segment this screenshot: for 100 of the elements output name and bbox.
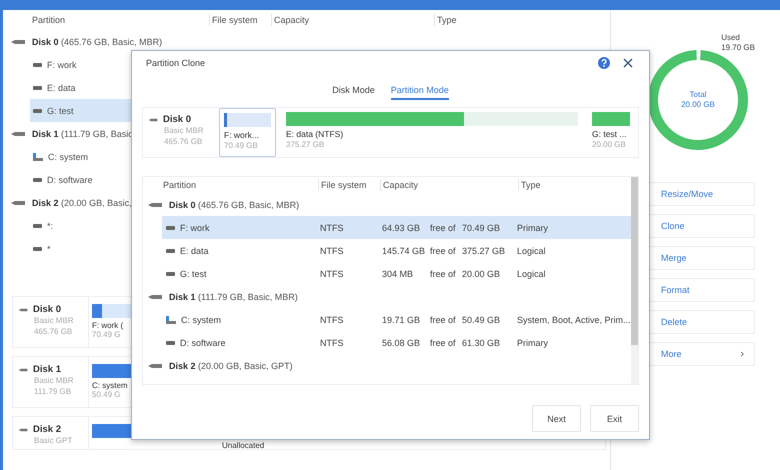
partition-name: G: test — [47, 106, 74, 116]
scrollbar[interactable] — [631, 177, 638, 384]
partition-size: 20.00 GB — [592, 139, 627, 150]
disk-size: 465.76 GB — [33, 326, 74, 337]
action-button[interactable]: Merge — [648, 246, 755, 270]
action-button[interactable]: Delete — [648, 310, 755, 334]
table-cell-text: 19.71 GB — [382, 314, 422, 324]
disk-drive-icon — [18, 426, 28, 432]
disk-label: Disk 0 (465.76 GB, Basic, MBR) — [32, 36, 162, 46]
partition-name: D: software — [180, 338, 226, 348]
table-cell: System, Boot, Active, Prim... — [517, 314, 632, 324]
drive-icon — [33, 224, 42, 228]
partition-label: G: test ... — [592, 129, 628, 139]
partition-row[interactable]: *: — [30, 214, 134, 237]
partition-row[interactable]: F: work NTFS 64.93 GB free of 70.49 GB Primary — [162, 216, 632, 239]
table-cell-text: free of — [430, 314, 457, 324]
partition-label: F: work... — [224, 130, 260, 140]
partition-size: 375.27 GB — [286, 139, 326, 150]
disk-name: Disk 2 — [33, 424, 61, 435]
disk-drive-icon — [147, 362, 163, 368]
column-header[interactable]: Type — [519, 179, 541, 191]
disk-type: Basic MBR — [33, 375, 75, 386]
disk-drive-icon — [147, 202, 163, 208]
column-header[interactable]: Capacity — [272, 14, 435, 26]
partition-row[interactable]: D: software — [30, 168, 134, 191]
disk-label: Disk 2 (20.00 GB, Basic, — [32, 198, 132, 208]
partition-block[interactable]: F: work... 70.49 GB — [219, 108, 276, 157]
mode-tab[interactable]: Partition Mode — [390, 82, 449, 100]
disk-name: Disk 0 — [33, 304, 61, 315]
disk-label: Disk 1 (111.79 GB, Basic, MBR) — [169, 292, 298, 302]
column-header[interactable]: File system — [319, 179, 381, 191]
partition-name: C: system — [48, 152, 88, 162]
table-cell-text: NTFS — [320, 246, 344, 256]
column-header[interactable]: Capacity — [381, 179, 519, 191]
segment-size: 70.49 G — [92, 330, 122, 339]
partition-name: * — [47, 244, 51, 254]
partition-name: E: data — [47, 82, 76, 92]
partition-row[interactable]: * — [30, 237, 134, 260]
partition-row[interactable]: E: data — [30, 76, 134, 99]
drive-icon — [166, 248, 175, 252]
partition-row[interactable]: D: software NTFS 56.08 GB free of 61.30 GB Primary — [162, 331, 632, 354]
disk-type: Basic MBR — [33, 315, 75, 326]
partition-name: F: work — [180, 222, 210, 232]
action-button[interactable]: Clone — [648, 214, 755, 238]
partition-name: F: work — [47, 60, 77, 70]
partition-row[interactable]: G: test NTFS 304 MB free of 20.00 GB Logical — [162, 262, 632, 285]
table-cell-text: Primary — [517, 222, 549, 232]
drive-icon — [166, 226, 175, 230]
close-icon[interactable] — [623, 58, 633, 68]
table-cell-text: 70.49 GB — [462, 222, 502, 232]
segment-label: C: system — [92, 381, 129, 390]
partition-name: G: test — [180, 268, 207, 278]
segment-size: 50.49 G — [92, 390, 122, 399]
table-cell-text: free of — [430, 222, 457, 232]
table-cell-text: 20.00 GB — [462, 268, 502, 278]
partition-block[interactable]: G: test ... 20.00 GB — [588, 108, 634, 157]
used-label: Used — [721, 33, 741, 43]
column-header[interactable]: Type — [435, 14, 610, 26]
disk-drive-icon — [10, 38, 26, 44]
partition-row[interactable]: E: data NTFS 145.74 GB free of 375.27 GB Logical — [162, 239, 632, 262]
table-cell-text: free of — [430, 246, 457, 256]
disk-size: 111.79 GB — [33, 386, 72, 397]
drive-icon — [33, 62, 42, 66]
table-cell-text: NTFS — [320, 314, 344, 324]
dialog-button[interactable]: Next — [532, 405, 581, 432]
system-drive-icon — [166, 316, 176, 324]
column-header[interactable]: Partition — [163, 179, 319, 191]
partition-row[interactable]: G: test — [30, 99, 134, 122]
table-cell-text: NTFS — [320, 338, 344, 348]
column-header[interactable]: Partition — [32, 14, 210, 26]
table-cell-text: Logical — [517, 246, 547, 256]
partition-row[interactable]: C: system — [30, 145, 134, 168]
action-button[interactable]: Resize/Move — [648, 182, 755, 206]
scrollbar-thumb[interactable] — [631, 177, 638, 345]
column-header[interactable]: File system — [210, 14, 272, 26]
table-cell-text: 304 MB — [382, 268, 414, 278]
table-cell-text: 375.27 GB — [462, 246, 506, 256]
partition-name: *: — [47, 220, 54, 230]
disk-name: Disk 0 — [163, 114, 191, 125]
table-cell-text: Logical — [517, 268, 547, 278]
partition-row[interactable]: C: system NTFS 19.71 GB free of 50.49 GB System, Boot, Active, Prim... — [162, 308, 632, 331]
disk-drive-icon — [18, 366, 28, 372]
system-drive-icon — [33, 152, 43, 160]
partition-row[interactable]: F: work — [30, 53, 134, 76]
total-value: 20.00 GB — [680, 100, 716, 110]
mode-tab[interactable]: Disk Mode — [332, 82, 375, 100]
drive-icon — [33, 246, 42, 250]
table-cell-text: 61.30 GB — [462, 338, 502, 348]
partition-block[interactable]: E: data (NTFS) 375.27 GB — [282, 108, 582, 157]
disk-type: Basic MBR — [163, 125, 205, 136]
dialog-title: Partition Clone — [146, 58, 206, 68]
action-button[interactable]: More › — [648, 342, 755, 366]
table-cell-text: free of — [430, 268, 457, 278]
disk-drive-icon — [147, 294, 163, 300]
disk-label: Disk 0 (465.76 GB, Basic, MBR) — [169, 200, 300, 210]
help-icon[interactable] — [598, 57, 610, 69]
disk-label: Disk 2 (20.00 GB, Basic, GPT) — [169, 360, 293, 370]
dialog-button[interactable]: Exit — [590, 405, 639, 432]
table-cell-text: Primary — [517, 338, 549, 348]
action-button[interactable]: Format — [648, 278, 755, 302]
